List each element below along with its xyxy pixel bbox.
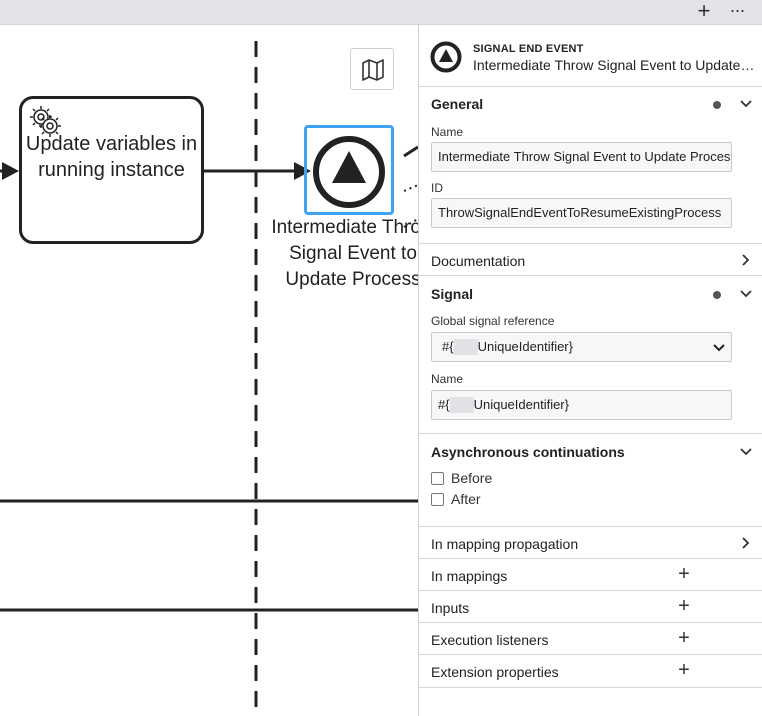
signal-ref-label: Global signal reference <box>431 314 555 328</box>
section-general: General Name Intermediate Throw Signal E… <box>419 86 762 244</box>
before-checkbox[interactable] <box>431 471 444 485</box>
more-icon[interactable]: ··· <box>726 0 748 24</box>
top-toolbar: + ··· <box>0 0 762 25</box>
chevron-down-icon <box>713 344 725 352</box>
section-inputs[interactable]: Inputs + <box>419 591 762 623</box>
signal-ref-select[interactable]: #{ UniqueIdentifier} <box>431 332 732 362</box>
before-label: Before <box>451 470 493 486</box>
section-title[interactable]: Asynchronous continuations <box>431 444 625 460</box>
redacted-text <box>449 396 474 413</box>
after-checkbox-row[interactable]: After <box>431 491 481 509</box>
input-prefix: #{ <box>438 397 450 412</box>
section-title: Execution listeners <box>431 632 549 648</box>
data-indicator-icon <box>713 101 721 109</box>
section-in-mappings[interactable]: In mappings + <box>419 559 762 591</box>
section-title: Documentation <box>431 253 526 269</box>
section-async-continuations: Asynchronous continuations Before After <box>419 434 762 527</box>
signal-end-event-selected[interactable] <box>304 125 394 215</box>
service-task[interactable]: Update variables in running instance <box>19 96 204 244</box>
chevron-down-icon[interactable] <box>739 97 753 111</box>
diagram-canvas[interactable]: Update variables in running instance Int… <box>0 25 418 716</box>
select-prefix: #{ <box>442 339 454 354</box>
task-label: Update variables in running instance <box>25 133 198 181</box>
section-title[interactable]: Signal <box>431 286 473 302</box>
map-icon <box>362 59 384 81</box>
section-title[interactable]: General <box>431 96 483 112</box>
section-execution-listeners[interactable]: Execution listeners + <box>419 623 762 655</box>
chevron-down-icon[interactable] <box>739 445 753 459</box>
signal-end-event-icon <box>430 41 462 73</box>
select-suffix: UniqueIdentifier} <box>477 339 573 354</box>
data-indicator-icon <box>713 291 721 299</box>
id-input[interactable]: ThrowSignalEndEventToResumeExistingProce… <box>431 198 732 228</box>
add-extension-property-button[interactable]: + <box>674 659 694 683</box>
association-line <box>403 184 418 192</box>
signal-name-label: Name <box>431 372 464 386</box>
section-title: In mappings <box>431 568 508 584</box>
after-checkbox[interactable] <box>431 492 444 506</box>
add-input-button[interactable]: + <box>674 595 694 619</box>
add-execution-listener-button[interactable]: + <box>674 627 694 651</box>
chevron-right-icon[interactable] <box>739 536 753 550</box>
event-label: Intermediate Throw Signal Event to Updat… <box>271 217 418 290</box>
add-in-mapping-button[interactable]: + <box>674 563 694 587</box>
arrowhead-icon <box>2 162 19 180</box>
element-title: Intermediate Throw Signal Event to Updat… <box>473 57 755 73</box>
before-checkbox-row[interactable]: Before <box>431 470 492 488</box>
section-in-mapping-propagation[interactable]: In mapping propagation <box>419 527 762 559</box>
minimap-toggle-button[interactable] <box>350 48 394 90</box>
section-title: Inputs <box>431 600 470 616</box>
name-input[interactable]: Intermediate Throw Signal Event to Updat… <box>431 142 732 172</box>
section-extension-properties[interactable]: Extension properties + <box>419 655 762 688</box>
panel-header: SIGNAL END EVENT Intermediate Throw Sign… <box>419 25 762 87</box>
element-type: SIGNAL END EVENT <box>473 43 584 55</box>
section-title: Extension properties <box>431 664 559 680</box>
name-label: Name <box>431 125 464 139</box>
redacted-text <box>453 338 478 355</box>
chevron-down-icon[interactable] <box>739 287 753 301</box>
plus-icon[interactable]: + <box>694 0 714 24</box>
section-signal: Signal Global signal reference #{ UniqueI… <box>419 276 762 434</box>
after-label: After <box>451 491 481 507</box>
section-title: In mapping propagation <box>431 536 579 552</box>
section-documentation[interactable]: Documentation <box>419 244 762 276</box>
association-line <box>403 145 418 158</box>
chevron-right-icon[interactable] <box>739 253 753 267</box>
properties-panel: SIGNAL END EVENT Intermediate Throw Sign… <box>418 25 762 716</box>
signal-end-event-icon <box>313 136 385 208</box>
id-label: ID <box>431 181 443 195</box>
input-suffix: UniqueIdentifier} <box>473 397 569 412</box>
signal-name-input[interactable]: #{ UniqueIdentifier} <box>431 390 732 420</box>
